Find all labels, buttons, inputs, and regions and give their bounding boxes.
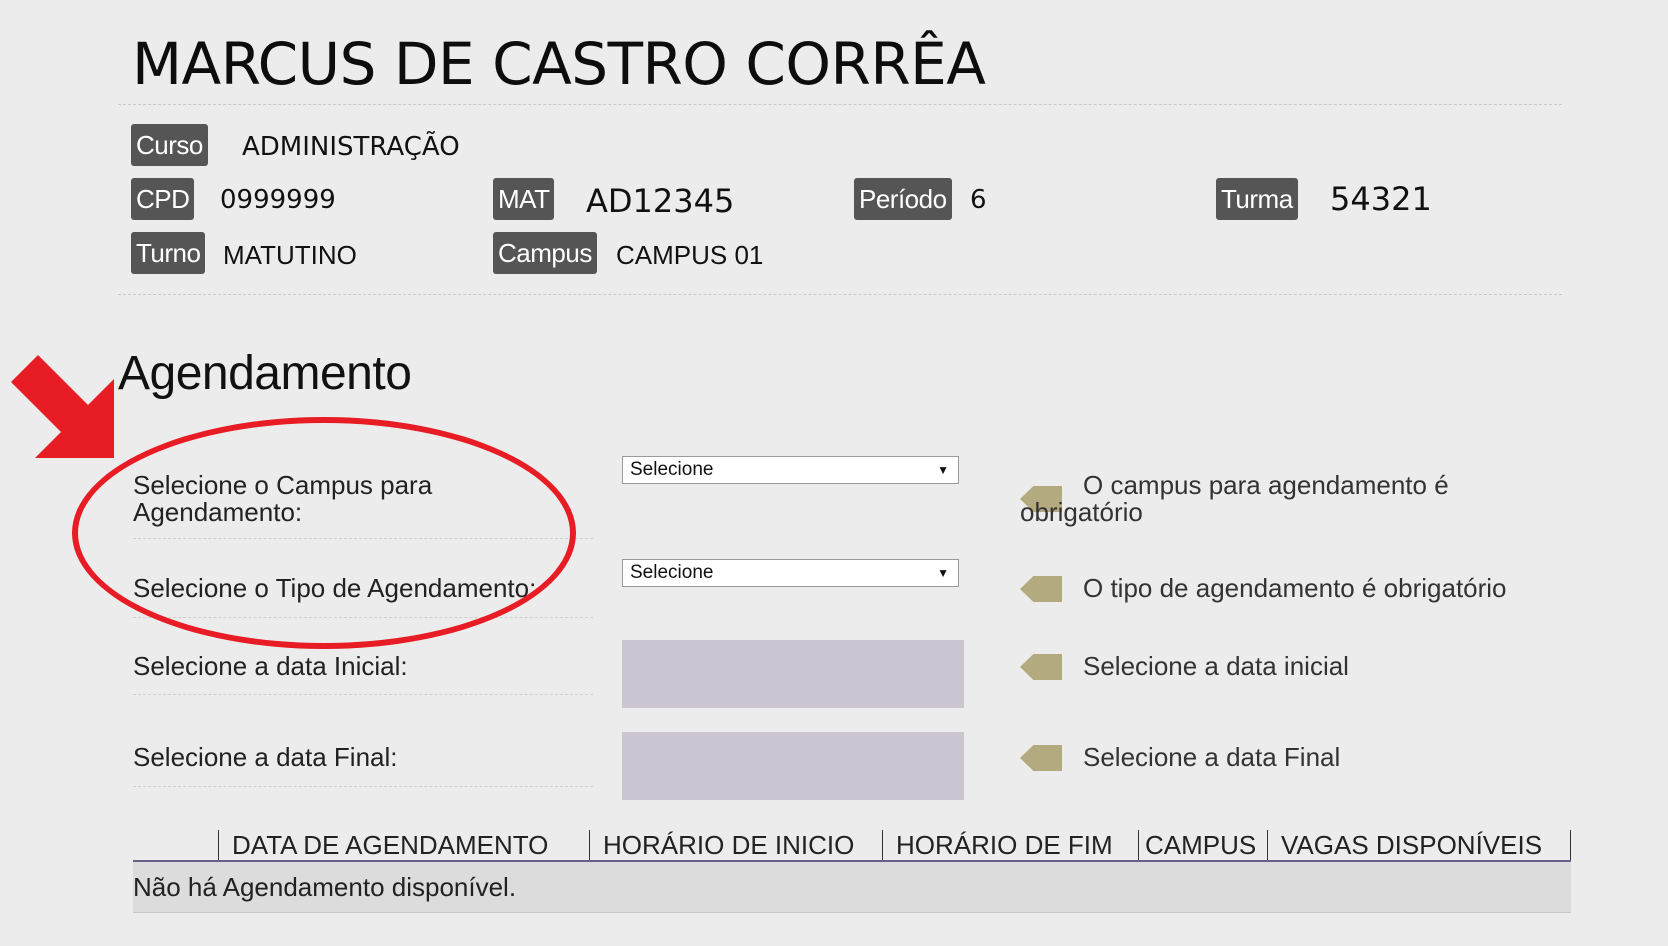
tag-icon xyxy=(1020,576,1062,602)
row-divider xyxy=(133,694,593,695)
column-header-vagas[interactable]: VAGAS DISPONÍVEIS xyxy=(1267,830,1542,860)
divider-top xyxy=(118,104,1562,105)
data-final-label: Selecione a data Final: xyxy=(133,742,398,772)
cpd-value: 0999999 xyxy=(220,185,336,215)
campus-select[interactable]: Selecione ▼ xyxy=(622,456,959,484)
table-header: DATA DE AGENDAMENTO HORÁRIO DE INICIO HO… xyxy=(133,830,1571,862)
column-header-end xyxy=(1570,830,1571,860)
tipo-required-message: O tipo de agendamento é obrigatório xyxy=(1083,573,1507,603)
page: MARCUS DE CASTRO CORRÊA Curso ADMINISTRA… xyxy=(0,0,1668,946)
tipo-select-value: Selecione xyxy=(630,562,714,583)
table-empty-row: Não há Agendamento disponível. xyxy=(133,862,1571,913)
empty-message: Não há Agendamento disponível. xyxy=(133,872,517,902)
highlight-ellipse xyxy=(72,417,576,649)
campus-badge: Campus xyxy=(493,232,597,274)
student-name: MARCUS DE CASTRO CORRÊA xyxy=(132,30,986,98)
tag-icon xyxy=(1020,745,1062,771)
column-header-horario-fim[interactable]: HORÁRIO DE FIM xyxy=(882,830,1113,860)
tag-icon xyxy=(1020,654,1062,680)
campus-select-value: Selecione xyxy=(630,459,714,480)
tipo-select[interactable]: Selecione ▼ xyxy=(622,559,959,587)
chevron-down-icon: ▼ xyxy=(937,566,949,580)
campus-msg-line1: O campus para agendamento é xyxy=(1083,470,1449,500)
campus-required-message: O campus para agendamento é obrigatório xyxy=(1020,472,1580,526)
mat-badge: MAT xyxy=(493,178,555,220)
periodo-value: 6 xyxy=(970,185,987,215)
section-title: Agendamento xyxy=(118,347,412,400)
data-final-message: Selecione a data Final xyxy=(1083,742,1341,772)
data-final-input[interactable] xyxy=(622,732,964,800)
tipo-select-label: Selecione o Tipo de Agendamento: xyxy=(133,573,537,603)
turma-value: 54321 xyxy=(1330,180,1432,218)
cpd-badge: CPD xyxy=(131,178,195,220)
chevron-down-icon: ▼ xyxy=(937,463,949,477)
campus-select-label-line2: Agendamento: xyxy=(133,497,303,527)
curso-badge: Curso xyxy=(131,124,208,166)
column-header-data[interactable]: DATA DE AGENDAMENTO xyxy=(218,830,548,860)
data-inicial-label: Selecione a data Inicial: xyxy=(133,651,408,681)
turno-value: MATUTINO xyxy=(223,240,357,270)
turma-badge: Turma xyxy=(1216,178,1298,220)
data-inicial-message: Selecione a data inicial xyxy=(1083,651,1349,681)
campus-value: CAMPUS 01 xyxy=(616,240,764,270)
periodo-badge: Período xyxy=(854,178,952,220)
row-divider xyxy=(133,538,593,539)
divider-info xyxy=(118,294,1562,295)
red-arrow-icon xyxy=(11,355,114,458)
campus-select-label-line1: Selecione o Campus para xyxy=(133,470,433,500)
row-divider xyxy=(133,617,593,618)
column-header-campus[interactable]: CAMPUS xyxy=(1138,830,1256,860)
mat-value: AD12345 xyxy=(586,182,735,220)
curso-value: ADMINISTRAÇÃO xyxy=(242,132,460,162)
campus-msg-line2: obrigatório xyxy=(1020,497,1143,527)
turno-badge: Turno xyxy=(131,232,206,274)
column-header-horario-inicio[interactable]: HORÁRIO DE INICIO xyxy=(589,830,854,860)
campus-select-label: Selecione o Campus para Agendamento: xyxy=(133,472,432,526)
data-inicial-input[interactable] xyxy=(622,640,964,708)
row-divider xyxy=(133,786,593,787)
